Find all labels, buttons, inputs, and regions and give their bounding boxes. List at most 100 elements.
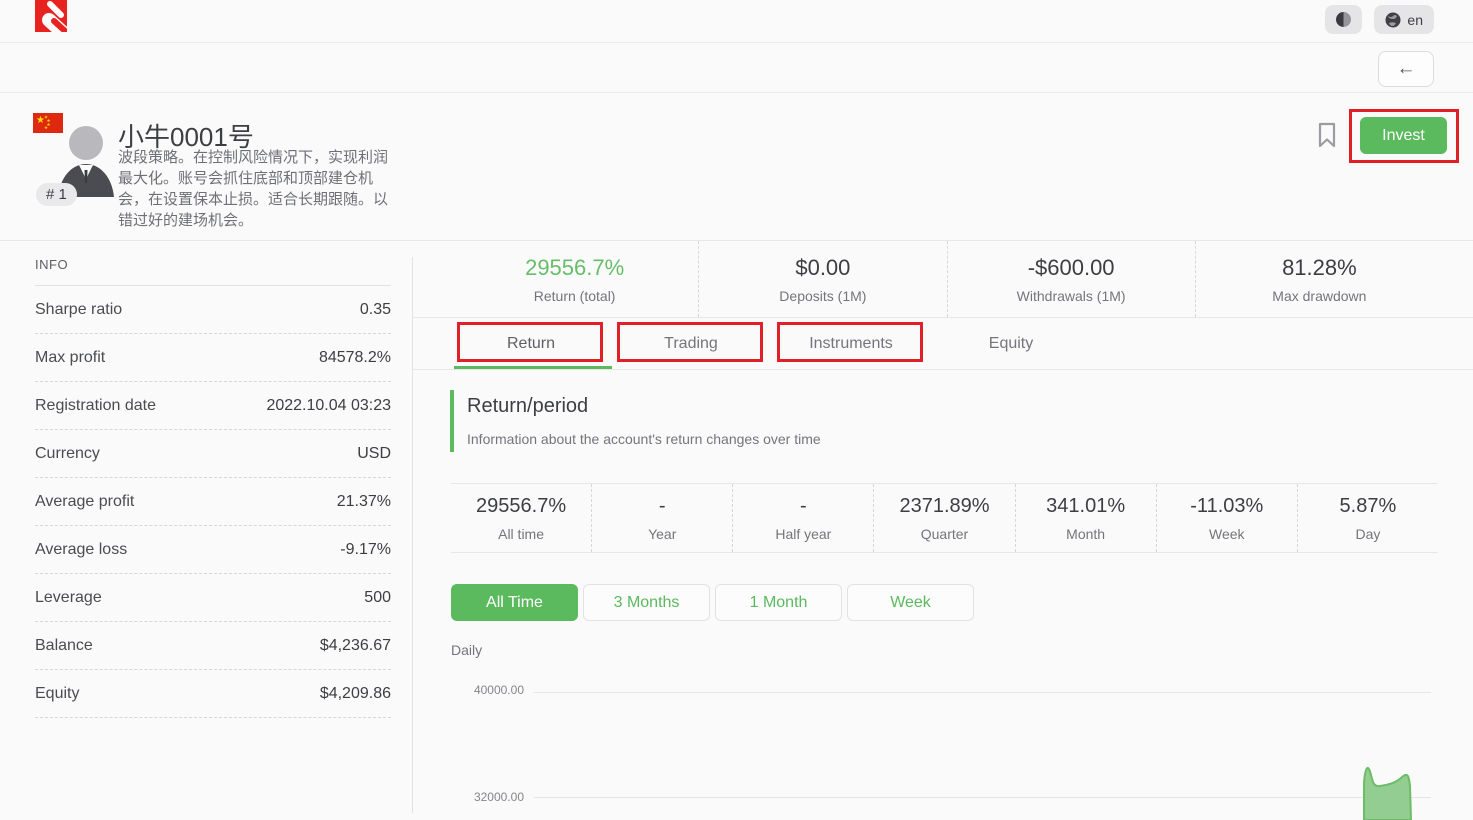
- info-value: 500: [364, 589, 391, 607]
- stat-value: $0.00: [795, 255, 850, 281]
- info-row-currency: Currency USD: [35, 430, 391, 478]
- info-label: Max profit: [35, 349, 105, 367]
- main-panel: 29556.7% Return (total) $0.00 Deposits (…: [413, 241, 1473, 813]
- tab-return[interactable]: Return: [451, 318, 611, 369]
- info-row-registration-date: Registration date 2022.10.04 03:23: [35, 382, 391, 430]
- stat-value: 81.28%: [1282, 255, 1357, 281]
- info-value: $4,236.67: [320, 637, 391, 655]
- tab-label: Return: [507, 335, 555, 353]
- period-value: -: [800, 495, 807, 518]
- trader-profile-page: en ← ★ ★ ★ ★ ★ # 1: [0, 0, 1473, 814]
- language-button[interactable]: en: [1374, 5, 1434, 34]
- section-subtitle: Information about the account's return c…: [467, 418, 1473, 447]
- info-value: 2022.10.04 03:23: [266, 397, 391, 415]
- invest-button[interactable]: Invest: [1360, 117, 1447, 154]
- period-label: Year: [648, 526, 676, 542]
- info-label: Balance: [35, 637, 93, 655]
- content-area: INFO Sharpe ratio 0.35 Max profit 84578.…: [0, 241, 1473, 813]
- period-value: 341.01%: [1046, 495, 1125, 518]
- y-axis-tick: 40000.00: [413, 683, 524, 697]
- top-bar: en: [0, 0, 1473, 43]
- stat-value: -$600.00: [1028, 255, 1115, 281]
- info-row-leverage: Leverage 500: [35, 574, 391, 622]
- period-half-year: - Half year: [732, 484, 873, 552]
- stat-label: Withdrawals (1M): [1017, 288, 1126, 304]
- info-label: Equity: [35, 685, 79, 703]
- info-row-max-profit: Max profit 84578.2%: [35, 334, 391, 382]
- info-section-title: INFO: [35, 257, 391, 286]
- stat-return-total: 29556.7% Return (total): [451, 241, 698, 317]
- return-period-section-header: Return/period Information about the acco…: [450, 390, 1473, 452]
- bookmark-icon[interactable]: [1317, 122, 1337, 149]
- trader-description: 波段策略。在控制风险情况下，实现利润最大化。账号会抓住底部和顶部建仓机会，在设置…: [118, 147, 394, 231]
- info-value: -9.17%: [340, 541, 391, 559]
- back-button[interactable]: ←: [1378, 51, 1434, 87]
- section-title: Return/period: [467, 390, 1473, 418]
- period-stats: 29556.7% All time - Year - Half year 237…: [451, 483, 1438, 553]
- rank-badge: # 1: [36, 183, 77, 206]
- tab-label: Instruments: [809, 335, 893, 353]
- tab-bar: Return Trading Instruments Equity: [413, 318, 1473, 370]
- period-label: Week: [1209, 526, 1245, 542]
- range-1-month-button[interactable]: 1 Month: [715, 584, 842, 621]
- y-axis-tick: 32000.00: [413, 790, 524, 804]
- period-all-time: 29556.7% All time: [451, 484, 591, 552]
- stat-max-drawdown: 81.28% Max drawdown: [1195, 241, 1443, 317]
- tab-label: Equity: [989, 335, 1033, 353]
- info-row-average-profit: Average profit 21.37%: [35, 478, 391, 526]
- info-label: Sharpe ratio: [35, 301, 122, 319]
- area-series-spike: [1360, 760, 1422, 820]
- info-label: Registration date: [35, 397, 156, 415]
- info-value: $4,209.86: [320, 685, 391, 703]
- period-value: 29556.7%: [476, 495, 566, 518]
- stat-withdrawals: -$600.00 Withdrawals (1M): [947, 241, 1195, 317]
- stat-label: Deposits (1M): [779, 288, 866, 304]
- period-week: -11.03% Week: [1156, 484, 1297, 552]
- avatar: ★ ★ ★ ★ ★ # 1: [32, 107, 122, 227]
- range-filter: All Time 3 Months 1 Month Week: [451, 584, 1473, 621]
- info-sidebar: INFO Sharpe ratio 0.35 Max profit 84578.…: [0, 241, 412, 813]
- top-actions: en: [1325, 5, 1434, 34]
- toolbar: ←: [0, 43, 1473, 93]
- summary-stats: 29556.7% Return (total) $0.00 Deposits (…: [451, 241, 1443, 317]
- stat-deposits: $0.00 Deposits (1M): [698, 241, 946, 317]
- tab-trading[interactable]: Trading: [611, 318, 771, 369]
- tab-instruments[interactable]: Instruments: [771, 318, 931, 369]
- period-value: 2371.89%: [899, 495, 989, 518]
- brand-logo-icon[interactable]: [35, 0, 67, 32]
- language-label: en: [1407, 12, 1423, 28]
- period-label: Month: [1066, 526, 1105, 542]
- stat-value: 29556.7%: [525, 255, 624, 281]
- period-label: Quarter: [921, 526, 968, 542]
- period-day: 5.87% Day: [1297, 484, 1438, 552]
- back-arrow-icon: ←: [1397, 58, 1416, 80]
- info-value: 0.35: [360, 301, 391, 319]
- range-week-button[interactable]: Week: [847, 584, 974, 621]
- theme-toggle-button[interactable]: [1325, 5, 1362, 34]
- info-value: 21.37%: [337, 493, 391, 511]
- period-value: -11.03%: [1190, 495, 1263, 518]
- stat-label: Max drawdown: [1272, 288, 1366, 304]
- range-all-time-button[interactable]: All Time: [451, 584, 578, 621]
- info-row-equity: Equity $4,209.86: [35, 670, 391, 718]
- info-row-average-loss: Average loss -9.17%: [35, 526, 391, 574]
- globe-icon: [1385, 12, 1401, 28]
- period-month: 341.01% Month: [1015, 484, 1156, 552]
- info-label: Average profit: [35, 493, 134, 511]
- period-quarter: 2371.89% Quarter: [873, 484, 1014, 552]
- gridline: [534, 692, 1431, 693]
- tab-label: Trading: [664, 335, 718, 353]
- info-label: Currency: [35, 445, 100, 463]
- range-3-months-button[interactable]: 3 Months: [583, 584, 710, 621]
- china-flag-icon: ★ ★ ★ ★ ★: [33, 113, 63, 133]
- annotation-box-invest: Invest: [1349, 109, 1459, 163]
- chart-mode-label: Daily: [451, 642, 1473, 658]
- tab-equity[interactable]: Equity: [931, 318, 1091, 369]
- stat-label: Return (total): [534, 288, 616, 304]
- info-label: Average loss: [35, 541, 127, 559]
- period-label: Half year: [775, 526, 831, 542]
- period-value: 5.87%: [1340, 495, 1397, 518]
- period-label: Day: [1355, 526, 1380, 542]
- info-row-balance: Balance $4,236.67: [35, 622, 391, 670]
- info-row-sharpe-ratio: Sharpe ratio 0.35: [35, 286, 391, 334]
